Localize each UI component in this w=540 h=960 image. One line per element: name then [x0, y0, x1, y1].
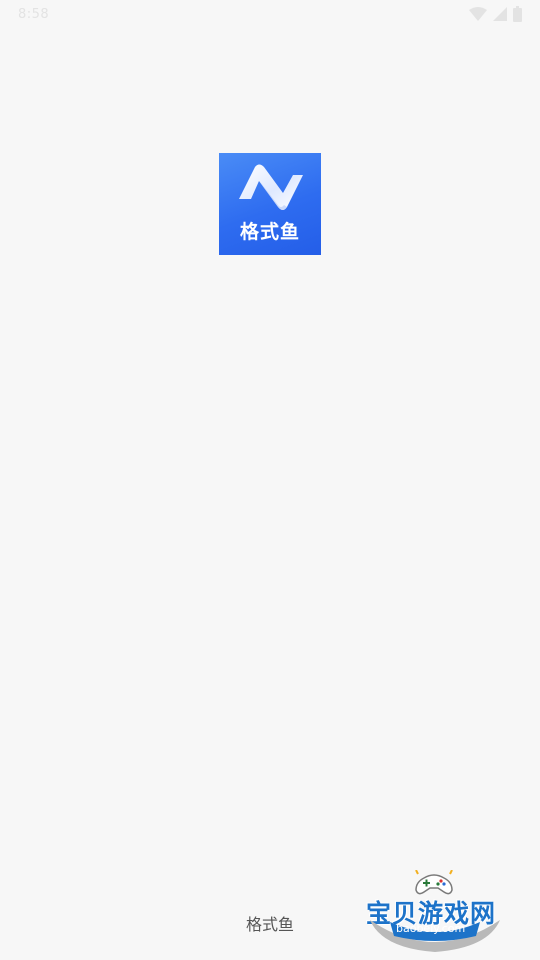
- app-icon: 格式鱼: [219, 153, 321, 255]
- status-time: 8:58: [18, 7, 50, 22]
- watermark-url: baobeiy.com: [396, 922, 466, 935]
- signal-icon: [493, 7, 507, 21]
- app-icon-label: 格式鱼: [239, 221, 300, 243]
- status-icons: [469, 6, 522, 22]
- status-bar: 8:58: [0, 0, 540, 30]
- battery-icon: [513, 6, 522, 22]
- app-logo-icon: [239, 164, 303, 210]
- gamepad-icon: [415, 870, 453, 895]
- wifi-icon: [469, 7, 487, 21]
- watermark: 宝贝游戏网 baobeiy.com: [362, 868, 510, 956]
- splash-screen: 8:58 格式鱼 格式鱼 宝贝游戏网 baobeiy.com: [0, 0, 540, 960]
